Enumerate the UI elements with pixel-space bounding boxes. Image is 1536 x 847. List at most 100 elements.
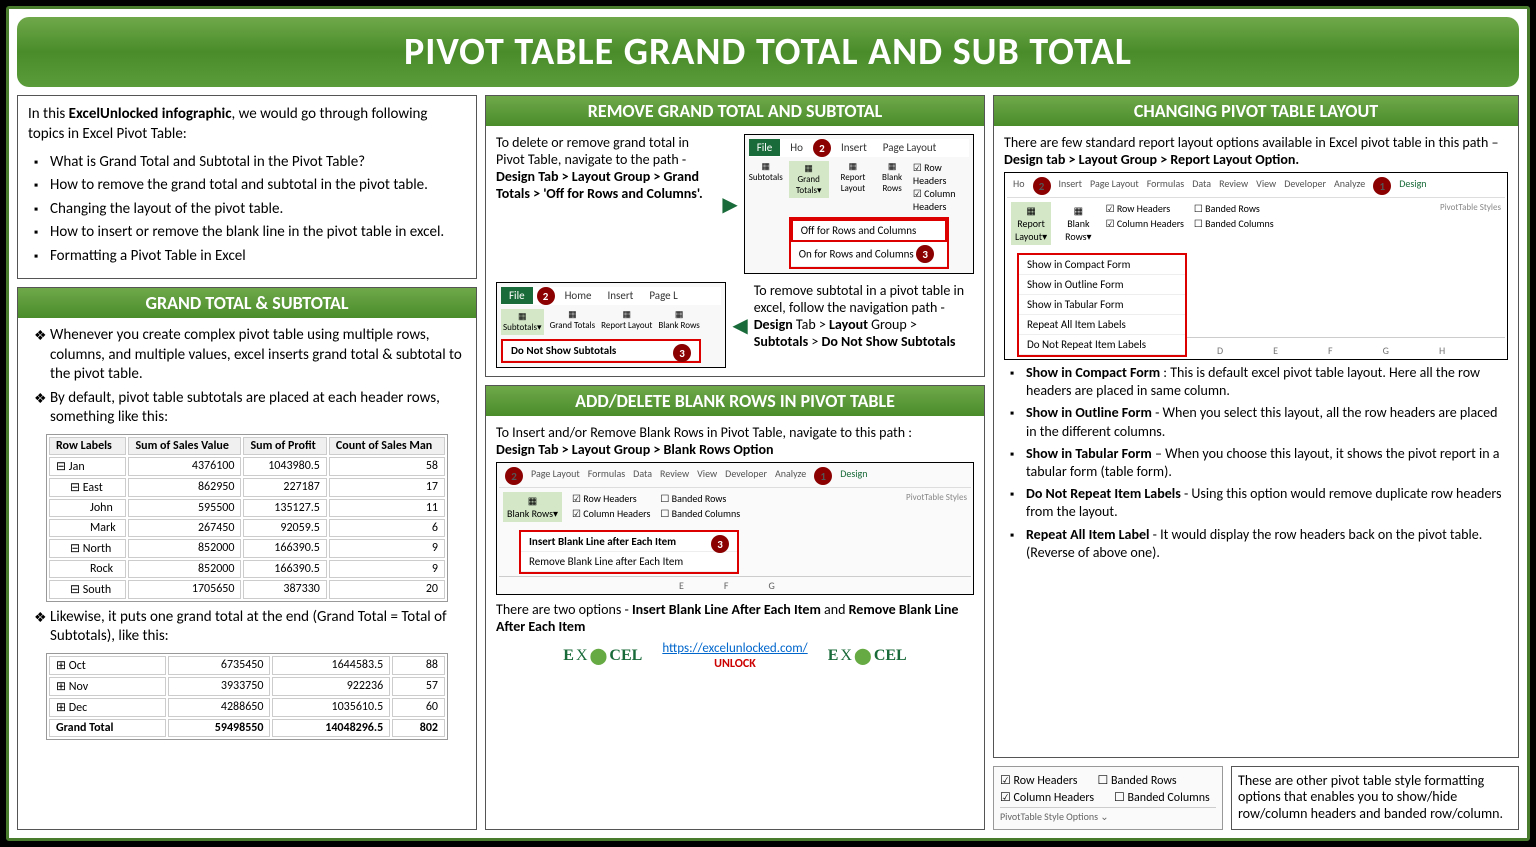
- intro-topic: How to remove the grand total and subtot…: [32, 176, 466, 196]
- tab[interactable]: Data: [633, 467, 652, 485]
- gt-sub-b1: Whenever you create complex pivot table …: [32, 326, 466, 385]
- ribbon-grand-totals-mockup: File Ho 2 Insert Page Layout ▦Subtotals …: [744, 134, 974, 274]
- blank-rows-button[interactable]: ▦Blank Rows: [877, 161, 907, 194]
- logo-left: EX⬤CEL: [563, 646, 642, 666]
- layout-desc: Do Not Repeat Item Labels - Using this o…: [1008, 485, 1508, 521]
- tab[interactable]: Developer: [725, 467, 767, 485]
- tab[interactable]: Ho: [1013, 177, 1025, 195]
- tab[interactable]: View: [1256, 177, 1276, 195]
- pivot-example-1: Row Labels Sum of Sales Value Sum of Pro…: [46, 434, 448, 602]
- home-tab[interactable]: Home: [559, 287, 598, 304]
- col-headers-check[interactable]: ☑ Column Headers: [913, 187, 969, 213]
- gt-sub-bullets2: Likewise, it puts one grand total at the…: [28, 608, 466, 647]
- col-headers-check[interactable]: ☑ Column Headers: [1106, 217, 1184, 230]
- blank-rows-button[interactable]: ▦BlankRows▾: [1061, 202, 1095, 245]
- intro-panel: In this ExcelUnlocked infographic, we wo…: [17, 95, 477, 279]
- page-tab[interactable]: Page L: [643, 287, 683, 304]
- tab[interactable]: Review: [660, 467, 689, 485]
- style-options-row: ☑ Row Headers ☐ Banded Rows ☑ Column Hea…: [993, 766, 1519, 830]
- logo-right: EX⬤CEL: [828, 646, 907, 666]
- banded-cols-check[interactable]: ☐ Banded Columns: [1114, 790, 1210, 805]
- style-options-footer[interactable]: PivotTable Style Options ⌄: [1000, 807, 1216, 823]
- ribbon-subtotals-mockup: File 2 Home Insert Page L ▦Subtotals▾ ▦G…: [496, 282, 726, 368]
- do-not-show-subtotals-option[interactable]: Do Not Show Subtotals 3: [503, 341, 699, 361]
- tab[interactable]: Insert: [1059, 177, 1083, 195]
- remove-header: REMOVE GRAND TOTAL AND SUBTOTAL: [486, 96, 984, 126]
- layout-opt[interactable]: Show in Outline Form: [1019, 275, 1185, 295]
- tab[interactable]: Analyze: [775, 467, 806, 485]
- layout-opt[interactable]: Do Not Repeat Item Labels: [1019, 335, 1185, 355]
- insert-tab[interactable]: Insert: [835, 139, 873, 156]
- report-layout-button[interactable]: ▦Report Layout: [601, 309, 652, 335]
- tab[interactable]: Developer: [1284, 177, 1326, 195]
- pivot-row: ⊞ Oct67354501644583.588: [49, 656, 445, 675]
- row-headers-check[interactable]: ☑ Row Headers: [913, 161, 969, 187]
- design-tab[interactable]: Design: [1399, 177, 1426, 195]
- tab[interactable]: View: [697, 467, 717, 485]
- banded-rows-check[interactable]: ☐ Banded Rows: [660, 492, 740, 505]
- layout-desc-list: Show in Compact Form : This is default e…: [1004, 364, 1508, 562]
- pivot-row: ⊟ Jan43761001043980.558: [49, 457, 445, 476]
- remove-blank-line-option[interactable]: Remove Blank Line after Each Item: [521, 552, 737, 572]
- banded-cols-check[interactable]: ☐ Banded Columns: [660, 507, 740, 520]
- file-tab[interactable]: File: [749, 139, 781, 156]
- layout-opt[interactable]: Repeat All Item Labels: [1019, 315, 1185, 335]
- row-headers-check[interactable]: ☑ Row Headers: [1106, 202, 1184, 215]
- tab[interactable]: Data: [1192, 177, 1211, 195]
- layout-opt[interactable]: Show in Compact Form: [1019, 255, 1185, 275]
- layout-opt[interactable]: Show in Tabular Form: [1019, 295, 1185, 315]
- tab[interactable]: Page Layout: [531, 467, 580, 485]
- subtotals-button[interactable]: ▦Subtotals▾: [501, 309, 544, 335]
- layout-desc: Show in Compact Form : This is default e…: [1008, 364, 1508, 400]
- pivot-row: ⊟ South170565038733020: [49, 580, 445, 599]
- intro-topic: Formatting a Pivot Table in Excel: [32, 247, 466, 267]
- pivot-row: Rock852000166390.59: [49, 560, 445, 578]
- link-block: https://excelunlocked.com/ UNLOCK: [662, 641, 807, 671]
- col-headers-check[interactable]: ☑ Column Headers: [1000, 790, 1094, 805]
- layout-intro: There are few standard report layout opt…: [1004, 134, 1508, 151]
- gt-sub-header: GRAND TOTAL & SUBTOTAL: [18, 288, 476, 318]
- tab[interactable]: Review: [1219, 177, 1248, 195]
- blank-rows-button[interactable]: ▦Blank Rows▾: [503, 492, 562, 522]
- excel-unlocked-link[interactable]: https://excelunlocked.com/: [662, 641, 807, 656]
- pagelayout-tab[interactable]: Page Layout: [877, 139, 943, 156]
- tab[interactable]: Page Layout: [1090, 177, 1139, 195]
- pivot-header: Count of Sales Man: [329, 437, 445, 455]
- infographic-container: PIVOT TABLE GRAND TOTAL AND SUB TOTAL In…: [6, 6, 1530, 841]
- grand-totals-button[interactable]: ▦Grand Totals: [550, 309, 596, 335]
- step-3-badge: 3: [673, 344, 691, 362]
- row-headers-check[interactable]: ☑ Row Headers: [572, 492, 650, 505]
- on-rows-cols-option[interactable]: On for Rows and Columns 3: [791, 242, 947, 267]
- ribbon-report-layout-mockup: Ho 2 Insert Page Layout Formulas Data Re…: [1004, 172, 1508, 360]
- report-layout-button[interactable]: ▦Report Layout: [835, 161, 872, 194]
- tab[interactable]: Formulas: [588, 467, 625, 485]
- arrow-left-icon: ◀: [732, 313, 747, 338]
- arrow-right-icon: ▶: [722, 192, 737, 217]
- intro-topics-list: What is Grand Total and Subtotal in the …: [28, 153, 466, 267]
- tab[interactable]: Formulas: [1147, 177, 1184, 195]
- pivot-row: Mark26745092059.56: [49, 519, 445, 537]
- layout-desc: Show in Tabular Form – When you choose t…: [1008, 445, 1508, 481]
- home-tab[interactable]: Ho: [784, 139, 809, 156]
- col-headers-check[interactable]: ☑ Column Headers: [572, 507, 650, 520]
- row-headers-check[interactable]: ☑ Row Headers: [1000, 773, 1077, 788]
- report-layout-button[interactable]: ▦ReportLayout▾: [1011, 202, 1051, 245]
- blank-rows-button[interactable]: ▦Blank Rows: [658, 309, 699, 335]
- banded-cols-check[interactable]: ☐ Banded Columns: [1194, 217, 1274, 230]
- banded-rows-check[interactable]: ☐ Banded Rows: [1097, 773, 1176, 788]
- insert-blank-line-option[interactable]: Insert Blank Line after Each Item 3: [521, 532, 737, 552]
- banded-rows-check[interactable]: ☐ Banded Rows: [1194, 202, 1274, 215]
- blank-rows-panel: ADD/DELETE BLANK ROWS IN PIVOT TABLE To …: [485, 385, 985, 830]
- blank-text1: To Insert and/or Remove Blank Rows in Pi…: [496, 424, 974, 441]
- design-tab[interactable]: Design: [840, 467, 867, 485]
- off-rows-cols-option[interactable]: Off for Rows and Columns: [791, 219, 947, 242]
- file-tab[interactable]: File: [501, 287, 533, 304]
- style-options-box: ☑ Row Headers ☐ Banded Rows ☑ Column Hea…: [993, 766, 1223, 830]
- tab[interactable]: Analyze: [1334, 177, 1365, 195]
- subtotals-button[interactable]: ▦Subtotals: [749, 161, 783, 183]
- insert-tab[interactable]: Insert: [602, 287, 640, 304]
- grand-totals-button[interactable]: ▦Grand Totals▾: [789, 161, 829, 198]
- pivot-row: ⊟ North852000166390.59: [49, 539, 445, 558]
- col-letter: G: [1383, 344, 1389, 357]
- gt-sub-b3: Likewise, it puts one grand total at the…: [32, 608, 466, 647]
